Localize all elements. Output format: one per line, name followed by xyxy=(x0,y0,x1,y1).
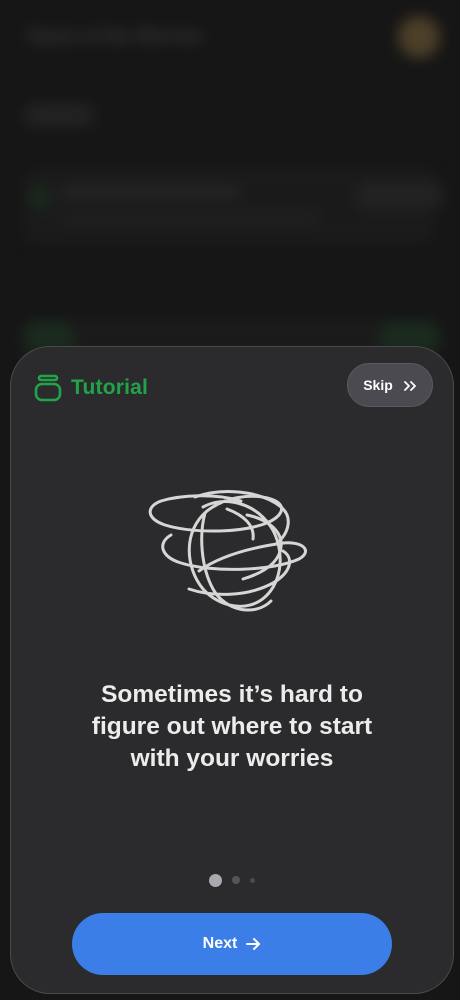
app-screen: Name of the Worries Tutorial Skip Someti… xyxy=(0,0,460,1000)
avatar xyxy=(398,16,440,58)
background-title: Name of the Worries xyxy=(28,26,203,46)
next-label: Next xyxy=(202,935,238,952)
next-button[interactable]: Next xyxy=(72,913,392,975)
arrow-right-icon xyxy=(245,937,261,951)
pagination-dots xyxy=(11,873,453,887)
page-dot-active[interactable] xyxy=(209,873,222,887)
tutorial-sheet: Tutorial Skip Sometimes it’s hard to fig… xyxy=(10,346,454,994)
background-text-line xyxy=(60,186,240,198)
background-chip xyxy=(356,182,444,208)
tutorial-brand: Tutorial xyxy=(33,369,148,407)
tutorial-header: Tutorial Skip xyxy=(33,363,433,407)
double-chevron-right-icon xyxy=(403,379,417,391)
page-dot[interactable] xyxy=(232,876,240,884)
jar-icon xyxy=(33,373,63,403)
background-section-label xyxy=(24,104,94,126)
background-status-dot xyxy=(28,186,50,208)
background-text-line xyxy=(60,214,320,224)
skip-button[interactable]: Skip xyxy=(347,363,433,407)
scribble-icon xyxy=(143,485,313,625)
skip-label: Skip xyxy=(363,377,393,393)
page-dot[interactable] xyxy=(250,877,255,883)
tutorial-title: Tutorial xyxy=(71,376,149,399)
tutorial-headline: Sometimes it’s hard to figure out where … xyxy=(91,681,373,772)
